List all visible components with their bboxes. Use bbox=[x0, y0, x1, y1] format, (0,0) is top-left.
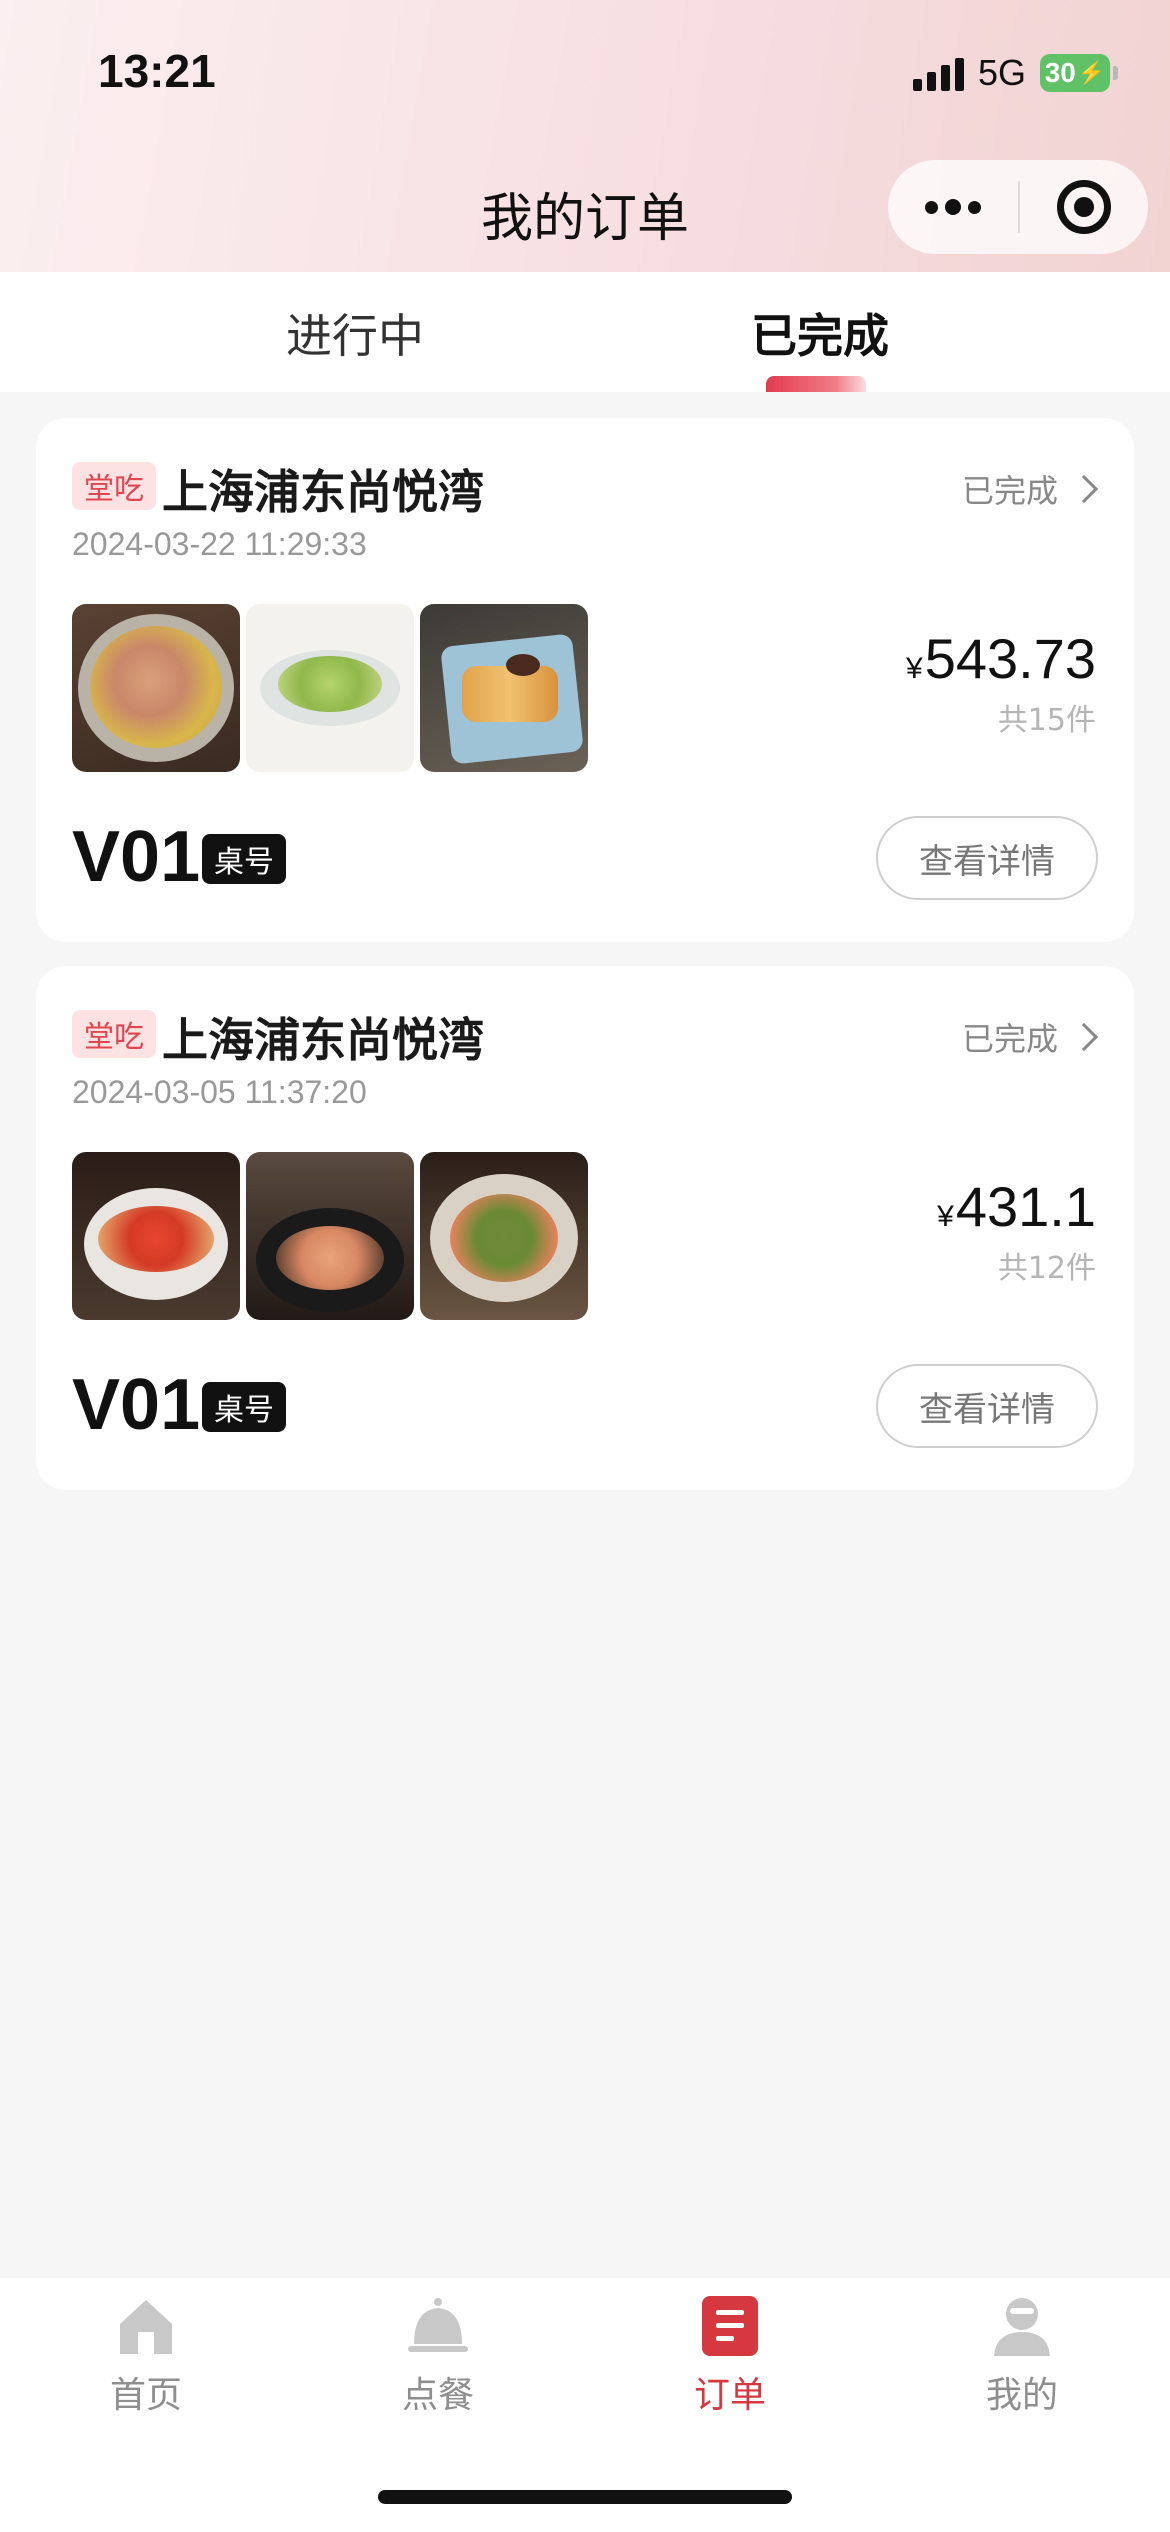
order-amount: 543.73 bbox=[924, 627, 1096, 690]
more-icon[interactable] bbox=[888, 160, 1018, 254]
order-card[interactable]: 堂吃 上海浦东尚悦湾 已完成 2024-03-22 11:29:33 ¥543.… bbox=[36, 418, 1134, 942]
order-price: ¥431.1 共12件 bbox=[937, 1174, 1096, 1287]
store-name: 上海浦东尚悦湾 bbox=[162, 465, 484, 519]
chevron-right-icon bbox=[1069, 1022, 1099, 1052]
table-label-badge: 桌号 bbox=[202, 1382, 286, 1432]
dish-image bbox=[420, 604, 588, 772]
tabbar-label: 我的 bbox=[985, 2375, 1058, 2416]
tabbar-item-profile[interactable]: 我的 bbox=[932, 2294, 1112, 2418]
tabbar-item-order-food[interactable]: 点餐 bbox=[348, 2294, 528, 2418]
order-tabs: 进行中 已完成 bbox=[0, 272, 1170, 392]
tab-completed[interactable]: 已完成 bbox=[751, 300, 889, 366]
view-details-button[interactable]: 查看详情 bbox=[876, 816, 1098, 900]
order-status-link[interactable]: 已完成 bbox=[961, 466, 1099, 512]
order-amount: 431.1 bbox=[955, 1175, 1096, 1238]
tabbar-label: 点餐 bbox=[401, 2375, 474, 2416]
dish-image bbox=[72, 604, 240, 772]
tab-active-indicator bbox=[766, 376, 866, 392]
table-number: V01 bbox=[72, 817, 201, 897]
tabbar-label: 订单 bbox=[693, 2375, 766, 2416]
currency-symbol: ¥ bbox=[937, 1200, 954, 1233]
item-count: 共12件 bbox=[997, 1251, 1096, 1286]
order-status-link[interactable]: 已完成 bbox=[961, 1014, 1099, 1060]
dish-image bbox=[420, 1152, 588, 1320]
tab-in-progress[interactable]: 进行中 bbox=[286, 300, 424, 366]
dish-image bbox=[246, 604, 414, 772]
table-label-badge: 桌号 bbox=[202, 834, 286, 884]
order-datetime: 2024-03-22 11:29:33 bbox=[72, 526, 367, 562]
view-details-button[interactable]: 查看详情 bbox=[876, 1364, 1098, 1448]
table-number: V01 bbox=[72, 1365, 201, 1445]
order-icon bbox=[698, 2294, 762, 2358]
order-status: 已完成 bbox=[961, 472, 1058, 510]
tabbar-item-orders[interactable]: 订单 bbox=[640, 2294, 820, 2418]
dish-thumbnails bbox=[72, 604, 588, 772]
status-icons: 5G 30 ⚡ bbox=[912, 52, 1118, 94]
order-card[interactable]: 堂吃 上海浦东尚悦湾 已完成 2024-03-05 11:37:20 ¥431.… bbox=[36, 966, 1134, 1490]
dine-in-tag: 堂吃 bbox=[72, 462, 156, 510]
header: 13:21 5G 30 ⚡ 我的订单 bbox=[0, 0, 1170, 272]
order-status: 已完成 bbox=[961, 1020, 1058, 1058]
dish-thumbnails bbox=[72, 1152, 588, 1320]
profile-icon bbox=[990, 2294, 1054, 2358]
battery-icon: 30 ⚡ bbox=[1040, 54, 1118, 92]
dish-image bbox=[72, 1152, 240, 1320]
service-bell-icon bbox=[406, 2294, 470, 2358]
miniprogram-capsule bbox=[888, 160, 1148, 254]
chevron-right-icon bbox=[1069, 474, 1099, 504]
network-type: 5G bbox=[977, 52, 1026, 93]
currency-symbol: ¥ bbox=[906, 652, 923, 685]
home-indicator bbox=[378, 2490, 792, 2504]
tabbar-label: 首页 bbox=[109, 2375, 182, 2416]
tabbar-item-home[interactable]: 首页 bbox=[56, 2294, 236, 2418]
store-name: 上海浦东尚悦湾 bbox=[162, 1013, 484, 1067]
item-count: 共15件 bbox=[997, 703, 1096, 738]
home-icon bbox=[114, 2294, 178, 2358]
close-miniprogram-icon[interactable] bbox=[1020, 160, 1148, 254]
signal-icon bbox=[912, 55, 964, 91]
dine-in-tag: 堂吃 bbox=[72, 1010, 156, 1058]
order-price: ¥543.73 共15件 bbox=[906, 626, 1096, 739]
dish-image bbox=[246, 1152, 414, 1320]
order-datetime: 2024-03-05 11:37:20 bbox=[72, 1074, 367, 1110]
status-time: 13:21 bbox=[98, 45, 216, 97]
